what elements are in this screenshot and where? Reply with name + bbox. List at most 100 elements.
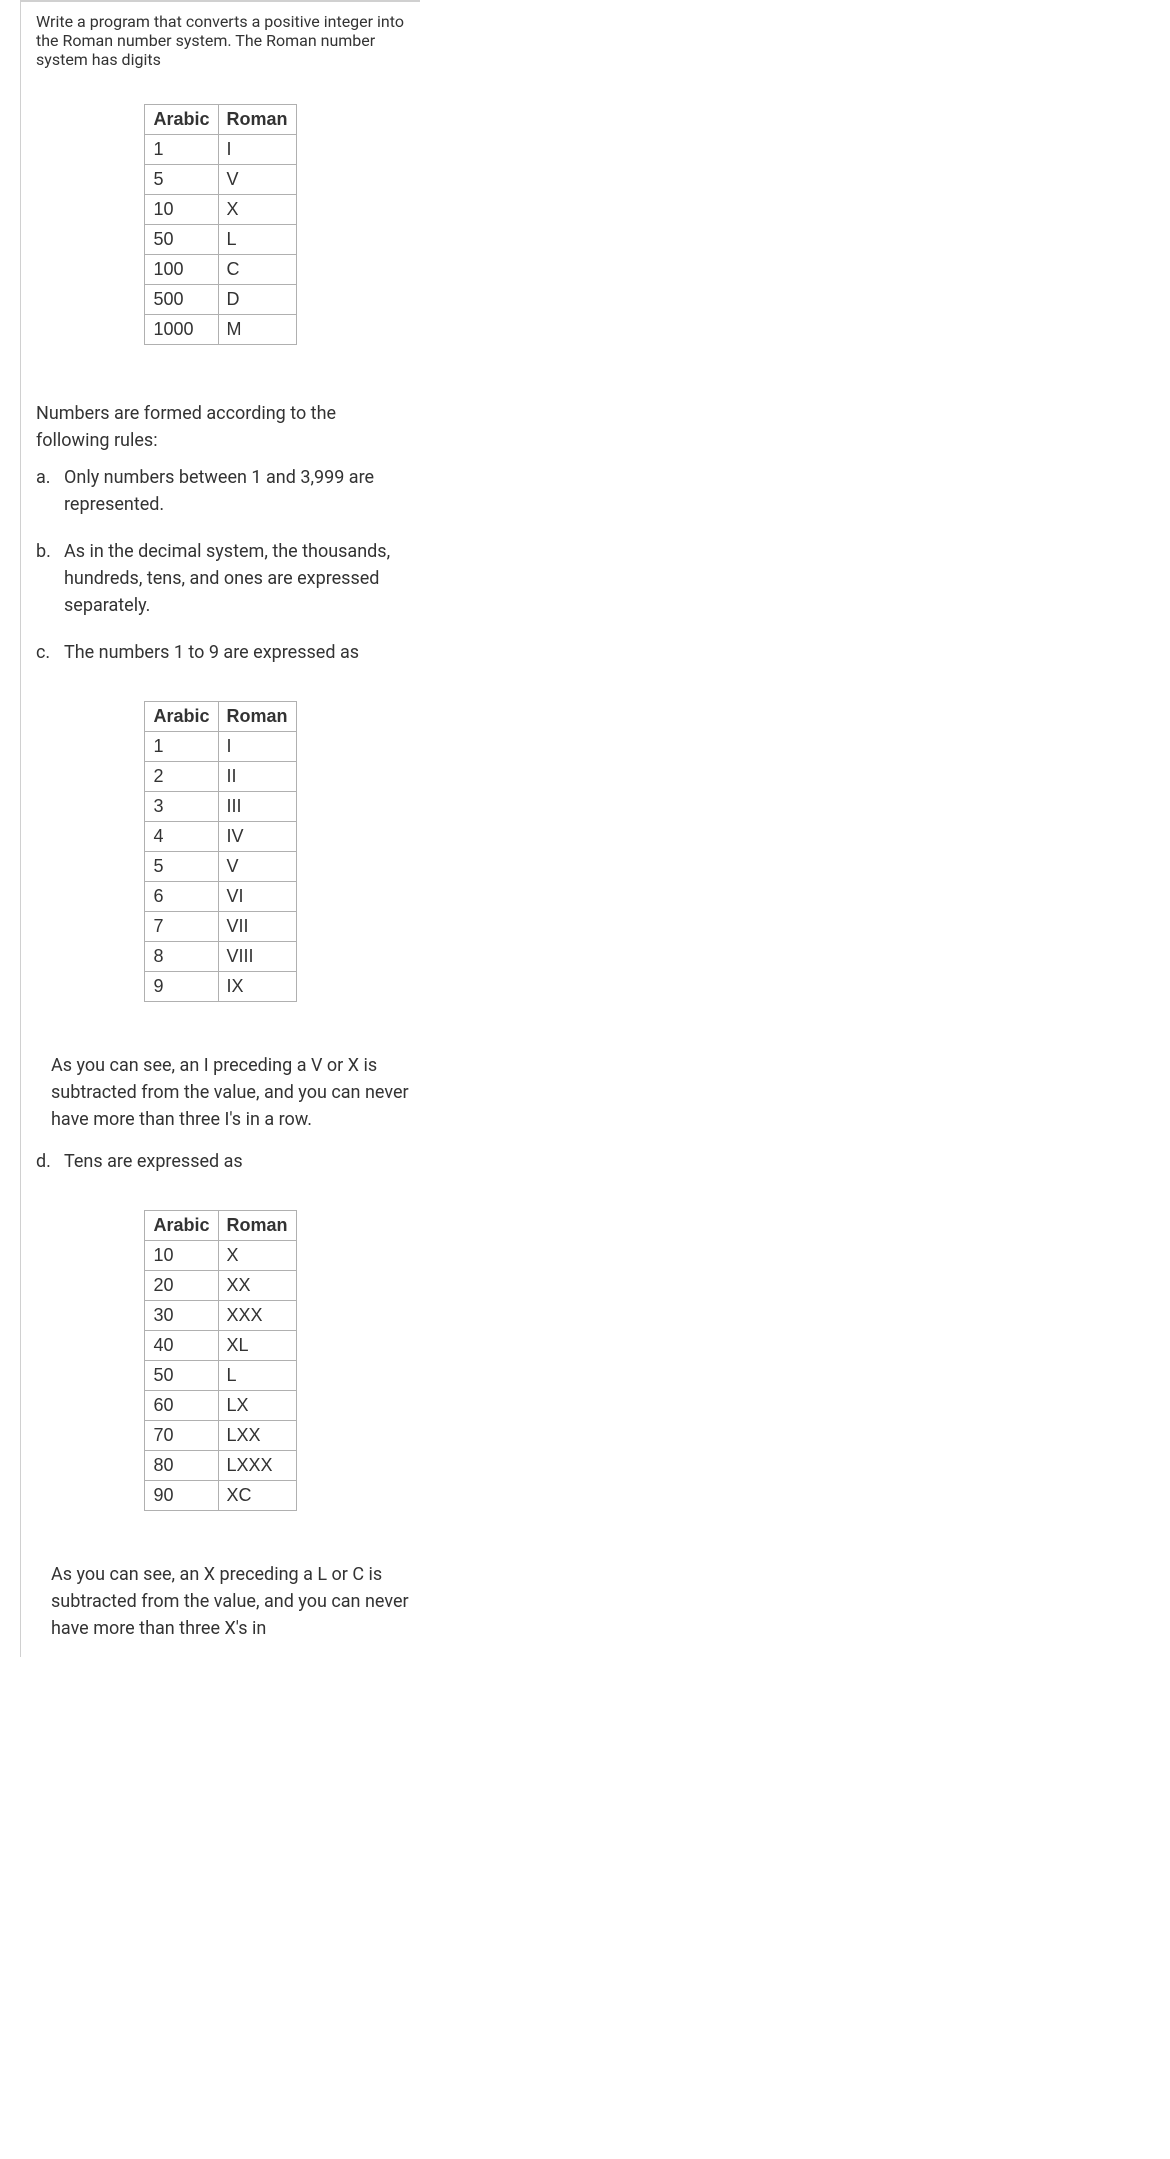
table-row: 90XC [145, 1481, 296, 1511]
table-row: 2II [145, 762, 296, 792]
roman-cell: IV [218, 822, 296, 852]
arabic-cell: 70 [145, 1421, 218, 1451]
tens-table-wrapper: Arabic Roman 10X20XX30XXX40XL50L60LX70LX… [21, 1195, 420, 1556]
header-arabic: Arabic [145, 1211, 218, 1241]
table-row: 5V [145, 165, 296, 195]
arabic-cell: 5 [145, 852, 218, 882]
arabic-cell: 30 [145, 1301, 218, 1331]
table-row: 70LXX [145, 1421, 296, 1451]
roman-cell: L [218, 225, 296, 255]
ones-table-wrapper: Arabic Roman 1I2II3III4IV5V6VI7VII8VIII9… [21, 686, 420, 1047]
arabic-cell: 5 [145, 165, 218, 195]
arabic-cell: 90 [145, 1481, 218, 1511]
rule-b-text: As in the decimal system, the thousands,… [64, 541, 390, 616]
table-row: 1I [145, 135, 296, 165]
table-row: 500D [145, 285, 296, 315]
roman-cell: III [218, 792, 296, 822]
arabic-cell: 3 [145, 792, 218, 822]
arabic-cell: 10 [145, 195, 218, 225]
table-row: 3III [145, 792, 296, 822]
header-roman: Roman [218, 702, 296, 732]
table-row: 50L [145, 1361, 296, 1391]
table-row: 6VI [145, 882, 296, 912]
arabic-cell: 40 [145, 1331, 218, 1361]
roman-cell: I [218, 732, 296, 762]
roman-cell: V [218, 165, 296, 195]
arabic-cell: 1 [145, 135, 218, 165]
rule-c-text: The numbers 1 to 9 are expressed as [64, 642, 359, 663]
arabic-cell: 100 [145, 255, 218, 285]
table-row: 60LX [145, 1391, 296, 1421]
roman-cell: C [218, 255, 296, 285]
table-row: 9IX [145, 972, 296, 1002]
arabic-cell: 6 [145, 882, 218, 912]
header-roman: Roman [218, 105, 296, 135]
rule-a: a. Only numbers between 1 and 3,999 are … [36, 464, 410, 518]
roman-cell: LX [218, 1391, 296, 1421]
roman-cell: XC [218, 1481, 296, 1511]
table-header-row: Arabic Roman [145, 1211, 296, 1241]
table-row: 10X [145, 1241, 296, 1271]
table-row: 100C [145, 255, 296, 285]
rule-d-marker: d. [36, 1148, 51, 1175]
roman-cell: I [218, 135, 296, 165]
rule-c-note: As you can see, an I preceding a V or X … [21, 1047, 420, 1148]
roman-cell: LXXX [218, 1451, 296, 1481]
table1-body: 1I5V10X50L100C500D1000M [145, 135, 296, 345]
arabic-cell: 20 [145, 1271, 218, 1301]
arabic-cell: 2 [145, 762, 218, 792]
arabic-cell: 1000 [145, 315, 218, 345]
roman-cell: XL [218, 1331, 296, 1361]
table-row: 5V [145, 852, 296, 882]
roman-cell: X [218, 195, 296, 225]
basic-digits-table: Arabic Roman 1I5V10X50L100C500D1000M [144, 104, 296, 345]
roman-cell: II [218, 762, 296, 792]
roman-cell: LXX [218, 1421, 296, 1451]
table-row: 20XX [145, 1271, 296, 1301]
table2-body: 1I2II3III4IV5V6VI7VII8VIII9IX [145, 732, 296, 1002]
table-header-row: Arabic Roman [145, 702, 296, 732]
roman-cell: XXX [218, 1301, 296, 1331]
roman-cell: X [218, 1241, 296, 1271]
rules-list-d: d. Tens are expressed as [21, 1148, 420, 1175]
rule-c: c. The numbers 1 to 9 are expressed as [36, 639, 410, 666]
arabic-cell: 7 [145, 912, 218, 942]
arabic-cell: 10 [145, 1241, 218, 1271]
rule-c-marker: c. [36, 639, 50, 666]
roman-cell: VIII [218, 942, 296, 972]
header-roman: Roman [218, 1211, 296, 1241]
roman-cell: V [218, 852, 296, 882]
arabic-cell: 1 [145, 732, 218, 762]
roman-cell: L [218, 1361, 296, 1391]
problem-intro: Write a program that converts a positive… [21, 2, 420, 89]
table-row: 80LXXX [145, 1451, 296, 1481]
content-wrapper: Write a program that converts a positive… [20, 0, 420, 1657]
header-arabic: Arabic [145, 105, 218, 135]
table-row: 1I [145, 732, 296, 762]
arabic-cell: 60 [145, 1391, 218, 1421]
tens-table: Arabic Roman 10X20XX30XXX40XL50L60LX70LX… [144, 1210, 296, 1511]
roman-cell: VII [218, 912, 296, 942]
ones-table: Arabic Roman 1I2II3III4IV5V6VI7VII8VIII9… [144, 701, 296, 1002]
roman-cell: M [218, 315, 296, 345]
roman-cell: XX [218, 1271, 296, 1301]
rule-d-text: Tens are expressed as [64, 1151, 243, 1172]
rules-list: a. Only numbers between 1 and 3,999 are … [21, 464, 420, 666]
arabic-cell: 50 [145, 225, 218, 255]
table-row: 30XXX [145, 1301, 296, 1331]
table-header-row: Arabic Roman [145, 105, 296, 135]
table-row: 50L [145, 225, 296, 255]
arabic-cell: 80 [145, 1451, 218, 1481]
basic-digits-table-wrapper: Arabic Roman 1I5V10X50L100C500D1000M [21, 89, 420, 390]
arabic-cell: 8 [145, 942, 218, 972]
arabic-cell: 50 [145, 1361, 218, 1391]
arabic-cell: 4 [145, 822, 218, 852]
table-row: 40XL [145, 1331, 296, 1361]
roman-cell: D [218, 285, 296, 315]
arabic-cell: 9 [145, 972, 218, 1002]
table-row: 8VIII [145, 942, 296, 972]
table3-body: 10X20XX30XXX40XL50L60LX70LXX80LXXX90XC [145, 1241, 296, 1511]
rule-a-marker: a. [36, 464, 51, 491]
table-row: 4IV [145, 822, 296, 852]
header-arabic: Arabic [145, 702, 218, 732]
